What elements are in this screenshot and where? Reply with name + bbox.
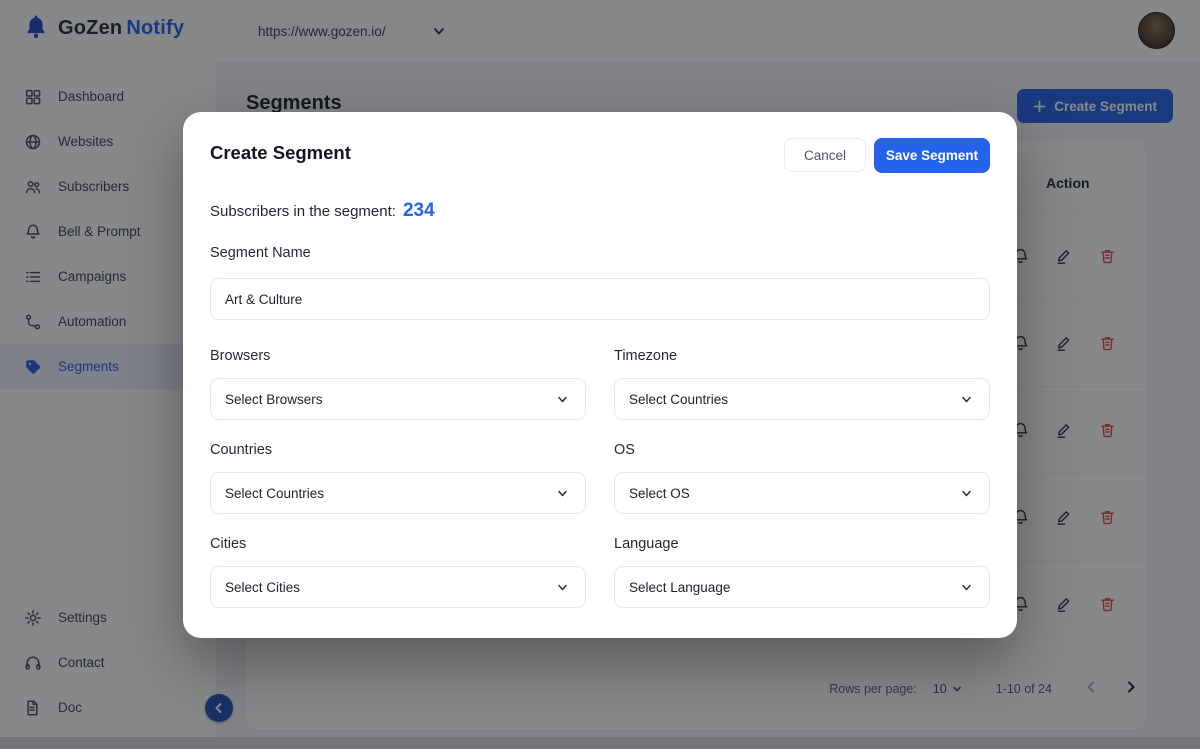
chevron-down-icon	[556, 487, 569, 500]
countries-label: Countries	[210, 442, 272, 458]
timezone-select[interactable]: Select Countries	[614, 378, 990, 420]
save-segment-button[interactable]: Save Segment	[874, 138, 990, 173]
modal-actions: Cancel Save Segment	[784, 138, 990, 173]
chevron-down-icon	[960, 487, 973, 500]
subscribers-label: Subscribers in the segment:	[210, 203, 396, 220]
app-window: GoZenNotify https://www.gozen.io/ Dashbo…	[0, 0, 1200, 749]
create-segment-modal: Create Segment Cancel Save Segment Subsc…	[183, 112, 1017, 638]
subscribers-count: 234	[403, 200, 435, 222]
browsers-label: Browsers	[210, 348, 270, 364]
cities-label: Cities	[210, 536, 246, 552]
language-label: Language	[614, 536, 679, 552]
cancel-button[interactable]: Cancel	[784, 138, 866, 172]
chevron-down-icon	[556, 393, 569, 406]
os-select[interactable]: Select OS	[614, 472, 990, 514]
modal-title: Create Segment	[210, 142, 351, 164]
chevron-down-icon	[556, 581, 569, 594]
countries-select[interactable]: Select Countries	[210, 472, 586, 514]
segment-name-input[interactable]	[210, 278, 990, 320]
segment-name-label: Segment Name	[210, 245, 311, 261]
browsers-select[interactable]: Select Browsers	[210, 378, 586, 420]
cities-select[interactable]: Select Cities	[210, 566, 586, 608]
timezone-label: Timezone	[614, 348, 677, 364]
os-label: OS	[614, 442, 635, 458]
chevron-down-icon	[960, 581, 973, 594]
subscribers-summary: Subscribers in the segment: 234	[210, 200, 435, 222]
chevron-down-icon	[960, 393, 973, 406]
language-select[interactable]: Select Language	[614, 566, 990, 608]
